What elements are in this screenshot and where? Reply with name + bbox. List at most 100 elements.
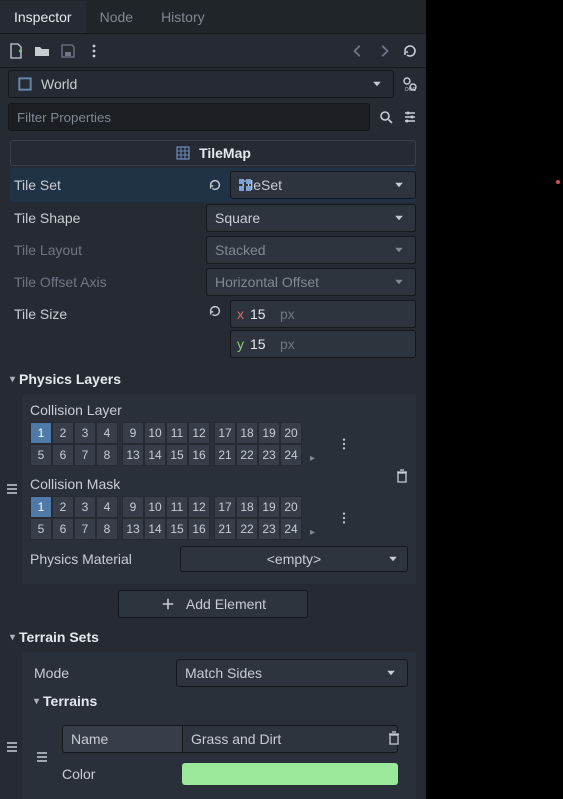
layer-bit-24[interactable]: 24 bbox=[280, 518, 302, 540]
tilemap-icon bbox=[175, 145, 191, 161]
layer-bit-13[interactable]: 13 bbox=[122, 444, 144, 466]
layer-bit-4[interactable]: 4 bbox=[96, 422, 118, 444]
prop-label: Tile Shape bbox=[10, 210, 200, 226]
layer-bit-12[interactable]: 12 bbox=[188, 422, 210, 444]
combo-value: Horizontal Offset bbox=[215, 274, 319, 290]
chevron-down-icon bbox=[369, 76, 385, 92]
layer-bit-12[interactable]: 12 bbox=[188, 496, 210, 518]
combo-value: Square bbox=[215, 210, 260, 226]
axis-x-label: x bbox=[237, 306, 244, 322]
layer-bit-20[interactable]: 20 bbox=[280, 496, 302, 518]
drag-handle-icon[interactable] bbox=[4, 481, 20, 497]
layer-bit-6[interactable]: 6 bbox=[52, 444, 74, 466]
new-resource-icon[interactable] bbox=[8, 43, 24, 59]
layer-bit-7[interactable]: 7 bbox=[74, 444, 96, 466]
reset-icon[interactable] bbox=[206, 300, 224, 316]
reload-history-icon[interactable] bbox=[402, 43, 418, 59]
layer-bit-10[interactable]: 10 bbox=[144, 422, 166, 444]
group-toggle-physics-layers[interactable]: ▾ Physics Layers bbox=[10, 366, 416, 392]
layer-bit-7[interactable]: 7 bbox=[74, 518, 96, 540]
tab-history[interactable]: History bbox=[147, 1, 219, 33]
viewport-marker bbox=[556, 180, 560, 184]
layer-bit-3[interactable]: 3 bbox=[74, 422, 96, 444]
layer-bit-2[interactable]: 2 bbox=[52, 496, 74, 518]
reset-icon[interactable] bbox=[206, 177, 224, 193]
prop-label: Tile Offset Axis bbox=[10, 274, 200, 290]
layer-bit-11[interactable]: 11 bbox=[166, 422, 188, 444]
object-select[interactable]: World bbox=[8, 70, 394, 98]
group-toggle-terrain-sets[interactable]: ▾ Terrain Sets bbox=[10, 624, 416, 650]
filter-settings-icon[interactable] bbox=[402, 109, 418, 125]
terrain-mode-select[interactable]: Match Sides bbox=[176, 659, 408, 687]
layer-bit-1[interactable]: 1 bbox=[30, 422, 52, 444]
filter-properties-input[interactable] bbox=[8, 103, 370, 131]
layer-bit-15[interactable]: 15 bbox=[166, 518, 188, 540]
layer-bit-15[interactable]: 15 bbox=[166, 444, 188, 466]
layer-bit-23[interactable]: 23 bbox=[258, 444, 280, 466]
save-icon[interactable] bbox=[60, 43, 76, 59]
layer-bit-2[interactable]: 2 bbox=[52, 422, 74, 444]
class-section-tilemap[interactable]: TileMap bbox=[10, 140, 416, 166]
layer-bit-16[interactable]: 16 bbox=[188, 444, 210, 466]
open-folder-icon[interactable] bbox=[34, 43, 50, 59]
tab-inspector[interactable]: Inspector bbox=[0, 1, 86, 33]
tile-shape-select[interactable]: Square bbox=[206, 204, 416, 232]
layer-bit-5[interactable]: 5 bbox=[30, 518, 52, 540]
tileset-resource-field[interactable]: TileSet bbox=[230, 171, 416, 199]
layer-bit-17[interactable]: 17 bbox=[214, 422, 236, 444]
layer-bit-13[interactable]: 13 bbox=[122, 518, 144, 540]
add-physics-layer-button[interactable]: Add Element bbox=[118, 590, 308, 618]
layer-bit-11[interactable]: 11 bbox=[166, 496, 188, 518]
layer-bit-19[interactable]: 19 bbox=[258, 422, 280, 444]
physics-material-field[interactable]: <empty> bbox=[180, 546, 408, 572]
layer-bit-22[interactable]: 22 bbox=[236, 444, 258, 466]
layer-bit-9[interactable]: 9 bbox=[122, 422, 144, 444]
terrain-color-swatch[interactable] bbox=[182, 763, 398, 785]
layer-bit-17[interactable]: 17 bbox=[214, 496, 236, 518]
viewport-area[interactable] bbox=[426, 0, 563, 799]
layer-bit-14[interactable]: 14 bbox=[144, 518, 166, 540]
layer-bit-10[interactable]: 10 bbox=[144, 496, 166, 518]
layer-bit-21[interactable]: 21 bbox=[214, 518, 236, 540]
svg-text:DOC: DOC bbox=[405, 87, 417, 93]
layer-bit-6[interactable]: 6 bbox=[52, 518, 74, 540]
drag-handle-icon[interactable] bbox=[4, 739, 20, 755]
history-back-icon[interactable] bbox=[350, 43, 366, 59]
layer-bit-20[interactable]: 20 bbox=[280, 422, 302, 444]
open-docs-icon[interactable]: DOC bbox=[402, 76, 418, 92]
kebab-menu-icon[interactable] bbox=[86, 43, 102, 59]
layer-bit-18[interactable]: 18 bbox=[236, 496, 258, 518]
layer-bit-1[interactable]: 1 bbox=[30, 496, 52, 518]
layer-bit-9[interactable]: 9 bbox=[122, 496, 144, 518]
layer-bit-4[interactable]: 4 bbox=[96, 496, 118, 518]
layer-bit-16[interactable]: 16 bbox=[188, 518, 210, 540]
delete-element-icon[interactable] bbox=[394, 468, 410, 484]
collision-layer-bits: 123491011121718192056781314151621222324 … bbox=[30, 422, 408, 466]
history-forward-icon[interactable] bbox=[376, 43, 392, 59]
layer-bit-5[interactable]: 5 bbox=[30, 444, 52, 466]
layer-bit-8[interactable]: 8 bbox=[96, 518, 118, 540]
prop-tile-set: Tile Set TileSet bbox=[10, 168, 416, 202]
layer-bit-3[interactable]: 3 bbox=[74, 496, 96, 518]
layer-bit-14[interactable]: 14 bbox=[144, 444, 166, 466]
tile-size-y-input[interactable]: y 15 px bbox=[230, 330, 416, 358]
tile-size-x-input[interactable]: x 15 px bbox=[230, 300, 416, 328]
delete-element-icon[interactable] bbox=[386, 730, 402, 746]
layer-bit-23[interactable]: 23 bbox=[258, 518, 280, 540]
search-icon[interactable] bbox=[378, 109, 394, 125]
tab-node[interactable]: Node bbox=[86, 1, 147, 33]
layer-bit-19[interactable]: 19 bbox=[258, 496, 280, 518]
layer-bit-21[interactable]: 21 bbox=[214, 444, 236, 466]
expand-bits-icon[interactable]: ▸ bbox=[310, 527, 315, 540]
layer-bit-22[interactable]: 22 bbox=[236, 518, 258, 540]
layer-bit-18[interactable]: 18 bbox=[236, 422, 258, 444]
expand-bits-icon[interactable]: ▸ bbox=[310, 453, 315, 466]
kebab-menu-icon[interactable] bbox=[335, 437, 353, 451]
kebab-menu-icon[interactable] bbox=[335, 511, 353, 525]
unit-label: px bbox=[280, 306, 295, 322]
terrain-name-input[interactable]: Grass and Dirt bbox=[182, 725, 398, 753]
layer-bit-24[interactable]: 24 bbox=[280, 444, 302, 466]
layer-bit-8[interactable]: 8 bbox=[96, 444, 118, 466]
drag-handle-icon[interactable] bbox=[34, 749, 50, 765]
group-toggle-terrains[interactable]: ▾ Terrains bbox=[34, 688, 408, 714]
